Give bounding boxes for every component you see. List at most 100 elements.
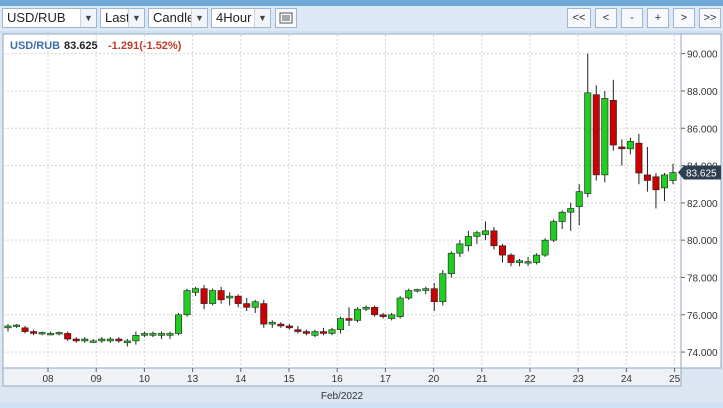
x-tick-label: 20 [428, 374, 440, 385]
candle [601, 90, 609, 183]
candle-body [388, 314, 396, 319]
candle-body [439, 273, 447, 303]
candle-body [200, 288, 208, 304]
candle-body [149, 333, 157, 336]
x-tick-label: 14 [235, 374, 247, 385]
zoom-out-button[interactable]: - [621, 8, 643, 28]
indicator-list-button[interactable] [275, 8, 297, 28]
y-tick-label: 86.000 [687, 124, 718, 135]
candle-body [362, 307, 370, 310]
candle-body [618, 146, 626, 150]
x-tick-label: 25 [669, 374, 681, 385]
candle-body [311, 331, 319, 336]
scroll-back-button[interactable]: < [595, 8, 617, 28]
candle-body [652, 176, 660, 191]
x-tick-label: 09 [91, 374, 103, 385]
candle [592, 85, 600, 181]
candle-body [234, 295, 242, 304]
candle-body [524, 261, 532, 264]
candle-body [464, 236, 472, 247]
candle-body [140, 333, 148, 336]
candle-body [635, 142, 643, 174]
chevron-down-icon: ▼ [80, 9, 96, 27]
x-tick-label: 16 [332, 374, 344, 385]
candle-body [422, 288, 430, 291]
candle-body [183, 290, 191, 316]
candle-body [209, 290, 217, 304]
candle-body [507, 254, 515, 263]
candle [209, 288, 217, 306]
candle-body [550, 221, 558, 241]
symbol-select[interactable]: USD/RUB ▼ [2, 8, 97, 28]
candle [354, 307, 362, 323]
y-tick-label: 90.000 [687, 50, 718, 61]
last-price-label: 83.625 [686, 169, 717, 180]
x-tick-label: 10 [139, 374, 151, 385]
candle-body [379, 314, 387, 317]
price-type-select[interactable]: Last ▼ [100, 8, 145, 28]
zoom-in-button[interactable]: + [647, 8, 669, 28]
candle-body [132, 334, 140, 342]
candle-body [217, 290, 225, 301]
candle-body [413, 289, 421, 292]
candle [447, 251, 455, 278]
candle-body [609, 99, 617, 146]
header-price: 83.625 [64, 40, 98, 52]
interval-select[interactable]: 4Hour ▼ [211, 8, 271, 28]
scroll-start-button[interactable]: << [567, 8, 591, 28]
candle-body [251, 301, 259, 308]
chevron-down-icon: ▼ [128, 9, 144, 27]
candle-body [328, 329, 336, 334]
list-icon [279, 12, 293, 24]
candle-body [430, 288, 438, 303]
candle [396, 296, 404, 319]
header-change: -1.291(-1.52%) [108, 40, 182, 52]
interval-select-value: 4Hour [216, 10, 252, 25]
chart-area[interactable]: 74.00076.00078.00080.00082.00084.00086.0… [0, 33, 723, 403]
candle-body [660, 174, 668, 189]
candle-body [38, 332, 46, 335]
y-tick-label: 82.000 [687, 199, 718, 210]
chart-style-select-value: Candle [153, 10, 195, 25]
candle-body [345, 318, 353, 321]
scroll-end-button[interactable]: >> [699, 8, 721, 28]
candle-body [626, 141, 634, 150]
candle-body [4, 325, 12, 329]
x-tick-label: 08 [42, 374, 54, 385]
candle-body [30, 331, 38, 334]
candle-body [64, 333, 72, 340]
candle-body [226, 295, 234, 299]
candle [533, 253, 541, 265]
symbol-select-value: USD/RUB [7, 10, 66, 25]
candle-body [396, 297, 404, 317]
candle-body [405, 290, 413, 299]
candle-body [371, 307, 379, 316]
y-tick-label: 88.000 [687, 87, 718, 98]
last-price-badge: 83.625 [678, 165, 721, 180]
chart-toolbar: USD/RUB ▼ Last ▼ Candle ▼ 4Hour ▼ << < -… [0, 6, 723, 31]
chart-style-select[interactable]: Candle ▼ [148, 8, 208, 28]
x-tick-label: 17 [380, 374, 392, 385]
candle-body [294, 329, 302, 332]
candle-body [533, 254, 541, 263]
y-tick-label: 74.000 [687, 348, 718, 359]
candle-body [106, 338, 114, 342]
price-chart[interactable]: 74.00076.00078.00080.00082.00084.00086.0… [0, 33, 723, 403]
x-tick-label: 23 [573, 374, 585, 385]
candle [175, 312, 183, 336]
candle-body [319, 331, 327, 334]
candle [541, 238, 549, 257]
candle [405, 288, 413, 300]
candle-body [123, 340, 131, 344]
chevron-down-icon: ▼ [254, 9, 270, 27]
x-axis-label: Feb/2022 [321, 391, 364, 402]
candle [260, 299, 268, 328]
candle-body [98, 338, 106, 342]
scroll-forward-button[interactable]: > [673, 8, 695, 28]
candle-body [601, 98, 609, 176]
candle-body [490, 230, 498, 247]
candle-body [285, 325, 293, 329]
candle-body [456, 243, 464, 254]
candle [439, 270, 447, 306]
x-tick-label: 24 [621, 374, 633, 385]
